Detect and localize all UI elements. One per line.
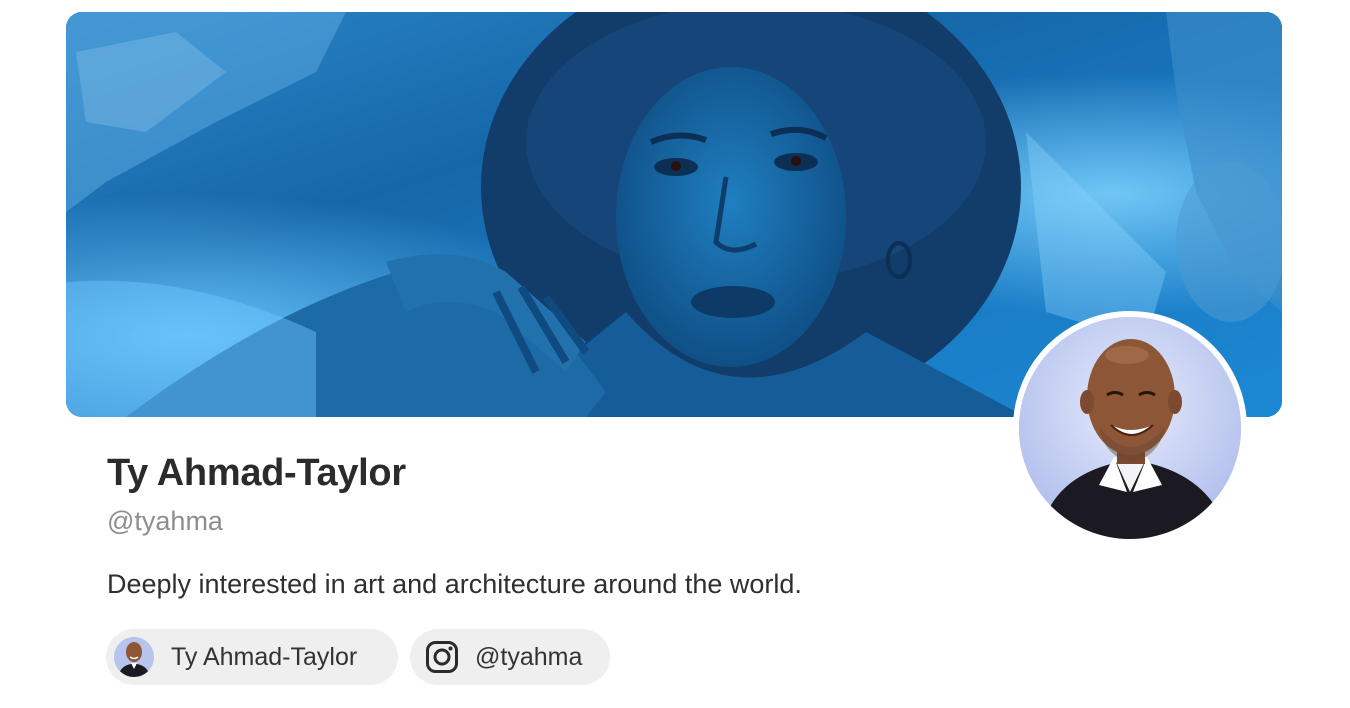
instagram-icon [425,640,459,674]
profile-link-chip[interactable]: Ty Ahmad-Taylor [106,629,398,685]
profile-avatar[interactable] [1019,317,1241,539]
profile-handle: @tyahma [107,506,223,536]
profile-avatar-icon [114,637,154,677]
instagram-link-chip[interactable]: @tyahma [410,629,610,685]
instagram-link-label: @tyahma [475,642,583,671]
profile-name: Ty Ahmad-Taylor [107,452,406,494]
profile-page: Ty Ahmad-Taylor @tyahma Deeply intereste… [0,0,1350,708]
profile-avatar-frame [1013,311,1247,545]
profile-bio: Deeply interested in art and architectur… [107,569,802,599]
profile-link-label: Ty Ahmad-Taylor [171,642,358,671]
